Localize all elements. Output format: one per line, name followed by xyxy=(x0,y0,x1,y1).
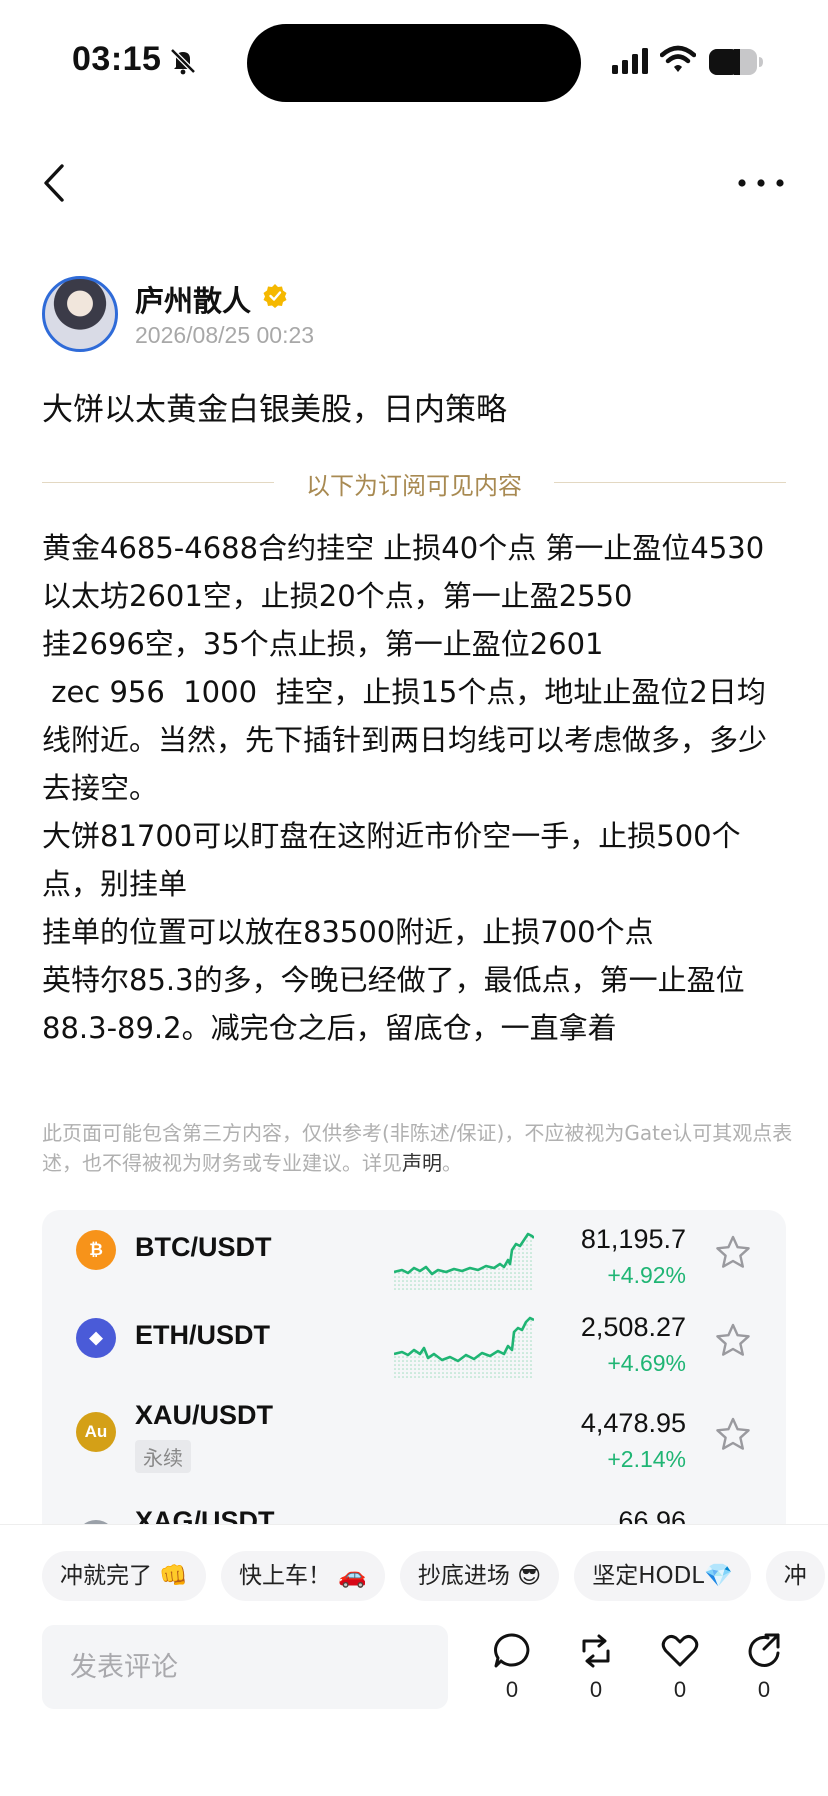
pair-name: ETH/USDT xyxy=(135,1320,270,1350)
market-row-btc[interactable]: ₿ BTC/USDT 81,195.7 +4.92% xyxy=(42,1210,786,1290)
post-timestamp: 2026/08/25 00:23 xyxy=(135,322,315,348)
disclaimer-link[interactable]: 声明 xyxy=(402,1151,442,1175)
perpetual-tag: 永续 xyxy=(135,1440,191,1473)
back-arrow-icon[interactable] xyxy=(40,160,70,206)
post-paragraph: 大饼81700可以盯盘在这附近市价空一手，止损500个点，别挂单 xyxy=(42,819,741,901)
repost-button[interactable]: 0 xyxy=(572,1631,620,1703)
disclaimer-end: 。 xyxy=(442,1151,462,1175)
quick-reply-chip[interactable]: 冲就完了 👊 xyxy=(42,1551,206,1601)
gold-icon: Au xyxy=(76,1412,116,1452)
share-icon xyxy=(748,1633,780,1667)
price: 81,195.7 xyxy=(580,1224,686,1254)
status-bar: 03:15 xyxy=(0,0,828,120)
btc-sparkline xyxy=(394,1232,534,1290)
eth-icon: ◆ xyxy=(76,1318,116,1358)
market-row-xau[interactable]: Au XAU/USDT 永续 4,478.95 +2.14% xyxy=(42,1386,786,1478)
dynamic-island xyxy=(247,24,581,102)
market-card: ₿ BTC/USDT 81,195.7 +4.92% ◆ ETH/USDT 2,… xyxy=(42,1210,786,1540)
market-row-eth[interactable]: ◆ ETH/USDT 2,508.27 +4.69% xyxy=(42,1298,786,1378)
battery-icon xyxy=(709,49,763,75)
favorite-star-icon[interactable] xyxy=(714,1416,752,1454)
post-paragraph: 以太坊2601空，止损20个点，第一止盈2550 xyxy=(42,579,633,613)
comment-count: 0 xyxy=(505,1677,519,1702)
author-avatar[interactable] xyxy=(42,276,118,352)
comment-bubble-icon xyxy=(494,1633,530,1668)
change-percent: +4.69% xyxy=(607,1350,686,1376)
wifi-icon xyxy=(660,45,696,72)
comment-input[interactable] xyxy=(42,1625,448,1709)
price: 2,508.27 xyxy=(580,1312,686,1342)
post-paragraph: 黄金4685-4688合约挂空 止损40个点 第一止盈位4530 xyxy=(42,531,765,565)
comment-button[interactable]: 0 xyxy=(488,1631,536,1703)
favorite-star-icon[interactable] xyxy=(714,1322,752,1360)
pair-name: XAU/USDT xyxy=(135,1400,274,1430)
cellular-signal-icon xyxy=(612,48,648,74)
favorite-star-icon[interactable] xyxy=(714,1234,752,1272)
screen: 03:15 庐州散人 2026/08/25 00:23 大饼以太黄金白银美股，日… xyxy=(0,0,828,1796)
author-name[interactable]: 庐州散人 xyxy=(135,278,251,320)
verified-badge-icon xyxy=(263,284,287,308)
divider-line xyxy=(42,482,274,483)
quick-reply-chip[interactable]: 抄底进场 😎 xyxy=(399,1551,560,1601)
like-count: 0 xyxy=(673,1677,687,1702)
like-button[interactable]: 0 xyxy=(656,1631,704,1703)
change-percent: +4.92% xyxy=(607,1262,686,1288)
status-time: 03:15 xyxy=(72,40,162,78)
btc-icon: ₿ xyxy=(76,1230,116,1270)
share-button[interactable]: 0 xyxy=(740,1631,788,1703)
quick-reply-chip[interactable]: 快上车！ 🚗 xyxy=(220,1551,385,1601)
post-paragraph: 英特尔85.3的多，今晚已经做了，最低点，第一止盈位88.3-89.2。减完仓之… xyxy=(42,963,745,1045)
share-count: 0 xyxy=(757,1677,771,1702)
repost-count: 0 xyxy=(589,1677,603,1702)
post-body: 黄金4685-4688合约挂空 止损40个点 第一止盈位4530 以太坊2601… xyxy=(42,524,794,1052)
bell-muted-icon xyxy=(170,48,196,75)
bottom-bar: 冲就完了 👊 快上车！ 🚗 抄底进场 😎 坚定HODL💎 冲 0 0 0 xyxy=(0,1524,828,1796)
more-options-icon[interactable] xyxy=(736,176,786,190)
change-percent: +2.14% xyxy=(607,1446,686,1472)
divider-line xyxy=(554,482,786,483)
post-paragraph: 挂2696空，35个点止损，第一止盈位2601 xyxy=(42,627,604,661)
quick-reply-chip[interactable]: 冲 xyxy=(765,1551,825,1601)
post-title: 大饼以太黄金白银美股，日内策略 xyxy=(42,392,507,428)
post-paragraph: zec 956 1000 挂空，止损15个点，地址止盈位2日均线附近。当然，先下… xyxy=(42,675,768,805)
subscriber-divider-label: 以下为订阅可见内容 xyxy=(306,472,522,500)
post-paragraph: 挂单的位置可以放在83500附近，止损700个点 xyxy=(42,915,654,949)
pair-name: BTC/USDT xyxy=(135,1232,272,1262)
repost-icon xyxy=(582,1634,610,1668)
disclaimer: 此页面可能包含第三方内容，仅供参考(非陈述/保证)，不应被视为Gate认可其观点… xyxy=(42,1118,794,1178)
quick-reply-chip[interactable]: 坚定HODL💎 xyxy=(574,1551,751,1601)
heart-icon xyxy=(661,1634,699,1667)
quick-reply-chips: 冲就完了 👊 快上车！ 🚗 抄底进场 😎 坚定HODL💎 冲 xyxy=(42,1551,828,1603)
price: 4,478.95 xyxy=(580,1408,686,1438)
eth-sparkline xyxy=(394,1316,534,1378)
